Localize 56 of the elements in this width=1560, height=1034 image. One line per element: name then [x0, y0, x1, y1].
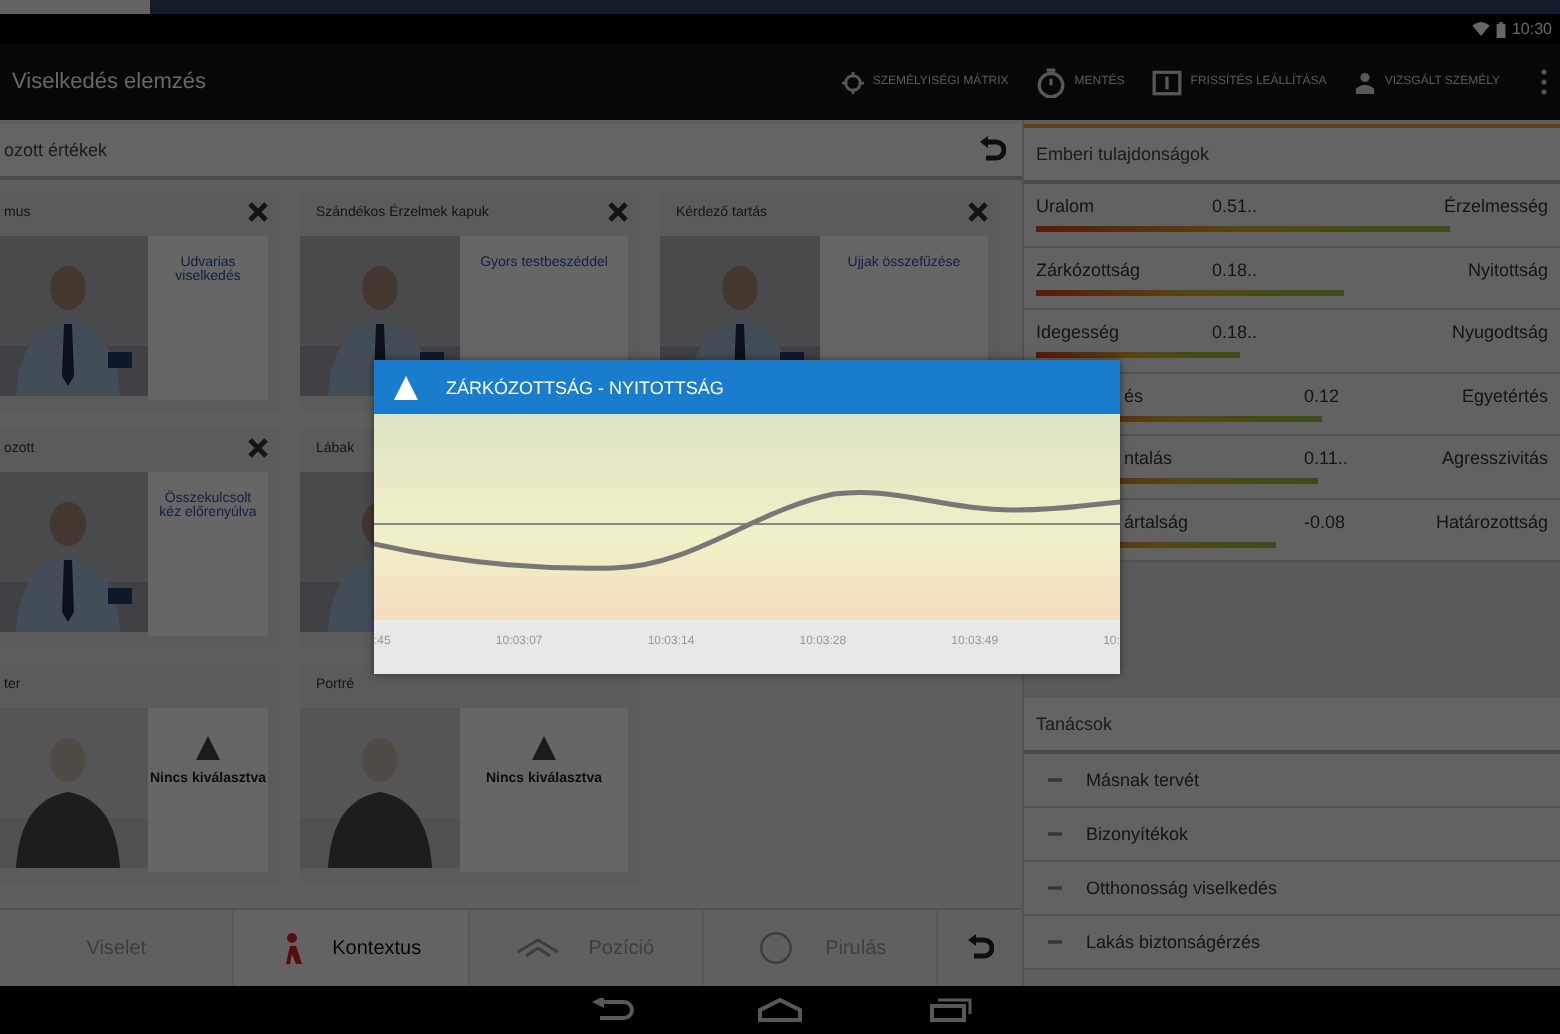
advice-item[interactable]: Bizonyítékok	[1024, 808, 1560, 862]
advice-text: Másnak tervét	[1086, 770, 1200, 790]
trait-high-label: Egyetértés	[1459, 385, 1548, 406]
dialog-title: ZÁRKÓZOTTSÁG - NYITOTTSÁG	[446, 377, 724, 397]
screen-icon	[1152, 67, 1183, 97]
battery-icon	[1495, 21, 1506, 37]
clock: 10:30	[1511, 20, 1552, 38]
recents-icon[interactable]	[924, 998, 972, 1022]
trait-low-label: ntalás	[1124, 448, 1175, 469]
trait-high-label: Nyugodtság	[1449, 322, 1548, 343]
panel-title: Tanácsok	[1036, 714, 1113, 734]
dash-icon	[1048, 832, 1062, 836]
wifi-icon	[1471, 22, 1490, 36]
home-icon[interactable]	[756, 998, 804, 1022]
close-icon[interactable]	[248, 202, 268, 222]
advice-item[interactable]: Lakás biztonságérzés	[1024, 916, 1560, 970]
timer-icon	[1036, 67, 1067, 97]
trait-value: -0.08	[1304, 511, 1348, 532]
advice-item[interactable]: Másnak tervét	[1024, 754, 1560, 808]
trait-value: 0.11..	[1304, 448, 1350, 469]
trait-low-label: ártalság	[1124, 511, 1191, 532]
trait-high-label: Érzelmesség	[1441, 196, 1548, 217]
trait-high-label: Agresszivitás	[1439, 448, 1548, 469]
back-icon[interactable]	[588, 998, 636, 1022]
trait-low-label: és	[1124, 385, 1146, 406]
trait-value: 0.12	[1304, 385, 1342, 406]
warning-icon	[394, 375, 418, 399]
advice-text: Otthonosság viselkedés	[1086, 878, 1278, 898]
dash-icon	[1048, 940, 1062, 944]
dash-icon	[1048, 778, 1062, 782]
overflow-menu-icon[interactable]	[1540, 68, 1548, 96]
trait-high-label: Határozottság	[1433, 511, 1548, 532]
advice-item[interactable]: Otthonosság viselkedés	[1024, 862, 1560, 916]
close-icon[interactable]	[608, 202, 628, 222]
dash-icon	[1048, 886, 1062, 890]
trait-high-label: Nyitottság	[1465, 259, 1548, 280]
trait-value: 0.18..	[1212, 259, 1260, 280]
trait-value: 0.18..	[1212, 322, 1260, 343]
advice-text: Bizonyítékok	[1086, 824, 1189, 844]
undo-icon[interactable]	[966, 934, 994, 962]
trait-low-label: Idegesség	[1036, 322, 1122, 343]
advice-text: Lakás biztonságérzés	[1086, 932, 1261, 952]
app-title: Viselkedés elemzés	[12, 70, 209, 94]
panel-title: ozott értékek	[4, 140, 110, 160]
trait-low-label: Zárkózottság	[1036, 259, 1143, 280]
warning-icon	[196, 736, 220, 760]
warning-icon	[532, 736, 556, 760]
trait-value: 0.51..	[1212, 196, 1260, 217]
figure-icon	[280, 932, 305, 964]
panel-title: Emberi tulajdonságok	[1036, 144, 1210, 164]
trait-low-label: Uralom	[1036, 196, 1097, 217]
undo-icon[interactable]	[978, 136, 1006, 164]
crosshair-icon	[842, 71, 865, 93]
close-icon[interactable]	[248, 438, 268, 458]
person-icon	[1354, 71, 1377, 93]
close-icon[interactable]	[968, 202, 988, 222]
